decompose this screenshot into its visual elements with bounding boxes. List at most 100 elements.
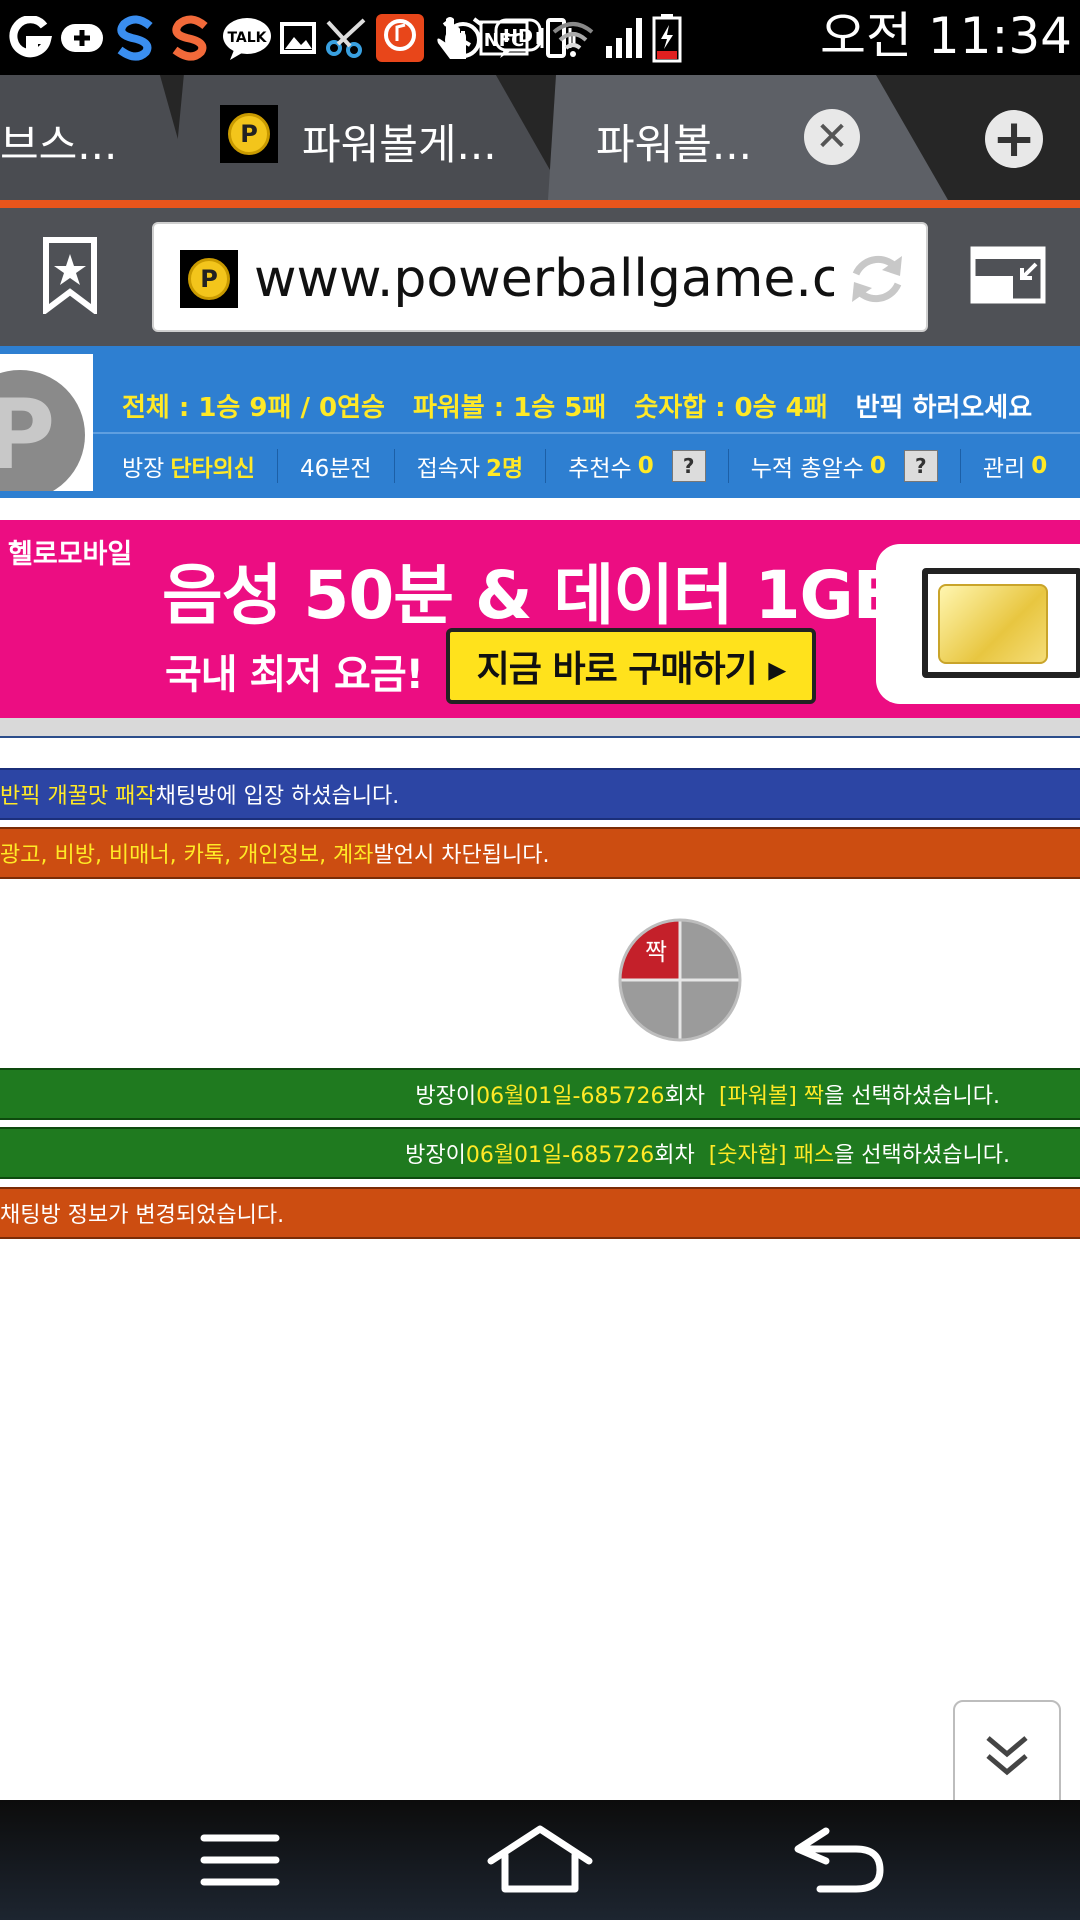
tab-accent-line	[0, 200, 1080, 208]
info-divider	[93, 432, 1080, 434]
wifi-icon	[550, 13, 596, 63]
pick2-choice: [숫자합] 패스	[708, 1143, 835, 1168]
talk-icon: TALK	[222, 13, 272, 63]
visitors-value: 2명	[486, 456, 524, 482]
navigation-bar	[0, 1800, 1080, 1920]
total-item: 누적 총알수 0 ?	[727, 449, 960, 483]
scissors-icon	[324, 13, 368, 63]
total-help-button[interactable]: ?	[903, 450, 938, 482]
menu-icon	[200, 1834, 280, 1886]
home-icon	[487, 1825, 593, 1893]
reload-icon[interactable]	[842, 244, 912, 314]
manage-label: 관리	[982, 456, 1026, 482]
hd-label: HD	[503, 26, 533, 47]
battery-charging-icon	[652, 13, 682, 63]
room-name: 반픽 개꿀맛 패작	[0, 784, 156, 809]
address-bar: P www.powerballgame.co	[0, 208, 1080, 346]
alarm-icon	[440, 13, 486, 63]
pick1-round: 06월01일-685726	[476, 1084, 665, 1109]
chat-message-pick-sum: 방장이 06월01일-685726 회차 [숫자합] 패스 을 선택하셨습니다.	[0, 1127, 1080, 1179]
status-icons-right: HD	[440, 8, 682, 68]
recommend-label: 추천수	[568, 456, 632, 482]
avatar-logo-icon: P	[0, 370, 85, 491]
tab-1[interactable]: 브스...	[0, 75, 195, 200]
owner-name[interactable]: 단타의신	[170, 449, 255, 483]
visitors-label: 접속자	[416, 456, 481, 482]
owner-item: 방장 단타의신	[122, 449, 277, 483]
chat-message-welcome: 반픽 개꿀맛 패작 채팅방에 입장 하셨습니다.	[0, 768, 1080, 820]
ad-buy-button[interactable]: 지금 바로 구매하기 ▸	[446, 628, 816, 704]
pick-circle: 짝	[618, 918, 742, 1042]
welcome-text: 채팅방에 입장 하셨습니다.	[155, 784, 400, 809]
tab-3-active[interactable]: 파워볼... ✕	[548, 75, 948, 200]
pick1-choice: [파워볼] 짝	[718, 1084, 825, 1109]
ad-brand: 헬로모바일	[8, 539, 133, 570]
powerball-logo-icon: P	[188, 258, 230, 300]
tab-2[interactable]: P 파워볼게...	[172, 75, 567, 200]
health-plus-icon	[59, 13, 105, 63]
url-field[interactable]: P www.powerballgame.co	[152, 222, 928, 332]
pick2-prefix: 방장이	[405, 1143, 466, 1168]
menu-button[interactable]	[180, 1820, 300, 1900]
site-favicon: P	[180, 250, 238, 308]
s-orange-icon	[167, 13, 215, 63]
status-bar: TALK NFC HD 오전 11:34	[0, 0, 1080, 75]
g-icon	[8, 13, 52, 63]
pick-label: 짝	[645, 938, 667, 966]
tab-label: 파워볼게...	[302, 120, 497, 169]
stat-total: 전체 : 1승 9패 / 0연승	[122, 392, 385, 423]
sim-card-icon	[876, 544, 1080, 704]
pick1-prefix: 방장이	[415, 1084, 477, 1109]
manage-item[interactable]: 관리 0	[959, 449, 1069, 483]
tab-label: 브스...	[0, 120, 118, 169]
back-button[interactable]	[780, 1820, 900, 1900]
status-time: 오전 11:34	[820, 7, 1072, 65]
hd-icon: HD	[494, 13, 542, 63]
rules-highlight: 광고, 비방, 비매너, 카톡, 개인정보, 계좌	[0, 843, 374, 868]
tab-label: 파워볼...	[596, 120, 752, 169]
pick1-mid: 회차	[664, 1084, 705, 1109]
close-tab-icon[interactable]: ✕	[804, 109, 860, 165]
stat-powerball: 파워볼 : 1승 5패	[412, 392, 607, 423]
owner-label: 방장	[122, 456, 165, 482]
tab-favicon: P	[220, 105, 278, 163]
music-icon	[375, 13, 425, 63]
chat-message-pick-powerball: 방장이 06월01일-685726 회차 [파워볼] 짝 을 선택하셨습니다.	[0, 1068, 1080, 1120]
room-slogan: 반픽 하러오세요	[855, 392, 1033, 423]
stat-sum: 숫자합 : 0승 4패	[634, 392, 828, 423]
chat-message-info-changed: 채팅방 정보가 변경되었습니다.	[0, 1187, 1080, 1239]
bookmark-icon[interactable]	[40, 236, 100, 314]
room-stats: 전체 : 1승 9패 / 0연승 파워볼 : 1승 5패 숫자합 : 0승 4패…	[122, 380, 1032, 430]
ad-gap	[0, 718, 1080, 736]
recommend-item: 추천수 0 ?	[545, 449, 728, 483]
url-text[interactable]: www.powerballgame.co	[254, 250, 834, 308]
image-icon	[279, 13, 317, 63]
new-tab-icon[interactable]: +	[985, 110, 1043, 168]
recommend-value: 0	[637, 453, 654, 479]
chat-message-rules: 광고, 비방, 비매너, 카톡, 개인정보, 계좌 발언시 차단됩니다.	[0, 827, 1080, 879]
ad-banner[interactable]: 헬로모바일 음성 50분 & 데이터 1GB 국내 최저 요금! 지금 바로 구…	[0, 520, 1080, 718]
pick1-suffix: 을 선택하셨습니다.	[824, 1084, 1000, 1109]
tab-bar: 브스... P 파워볼게... 파워볼... ✕ +	[0, 75, 1080, 200]
room-info-bar: P 전체 : 1승 9패 / 0연승 파워볼 : 1승 5패 숫자합 : 0승 …	[0, 346, 1080, 498]
pick2-suffix: 을 선택하셨습니다.	[834, 1143, 1010, 1168]
room-meta: 방장 단타의신 46분전 접속자 2명 추천수 0 ? 누적 총알수 0 ? 관…	[122, 442, 1069, 490]
home-button[interactable]	[480, 1820, 600, 1900]
total-value: 0	[869, 453, 886, 479]
time-ago: 46분전	[299, 456, 372, 482]
ad-subtitle: 국내 최저 요금!	[165, 652, 424, 698]
visitors-item: 접속자 2명	[393, 449, 546, 483]
info-changed-text: 채팅방 정보가 변경되었습니다.	[0, 1203, 285, 1228]
room-avatar: P	[0, 354, 93, 491]
pick2-round: 06월01일-685726	[465, 1143, 655, 1168]
signal-icon	[604, 13, 644, 63]
recommend-help-button[interactable]: ?	[671, 450, 706, 482]
window-mode-icon[interactable]	[970, 246, 1046, 304]
powerball-logo-icon: P	[228, 113, 270, 155]
back-icon	[794, 1827, 884, 1893]
manage-value: 0	[1031, 453, 1048, 479]
scroll-down-button[interactable]	[953, 1700, 1061, 1810]
double-chevron-down-icon	[986, 1736, 1028, 1776]
divider	[0, 736, 1080, 738]
rules-text: 발언시 차단됩니다.	[373, 843, 550, 868]
